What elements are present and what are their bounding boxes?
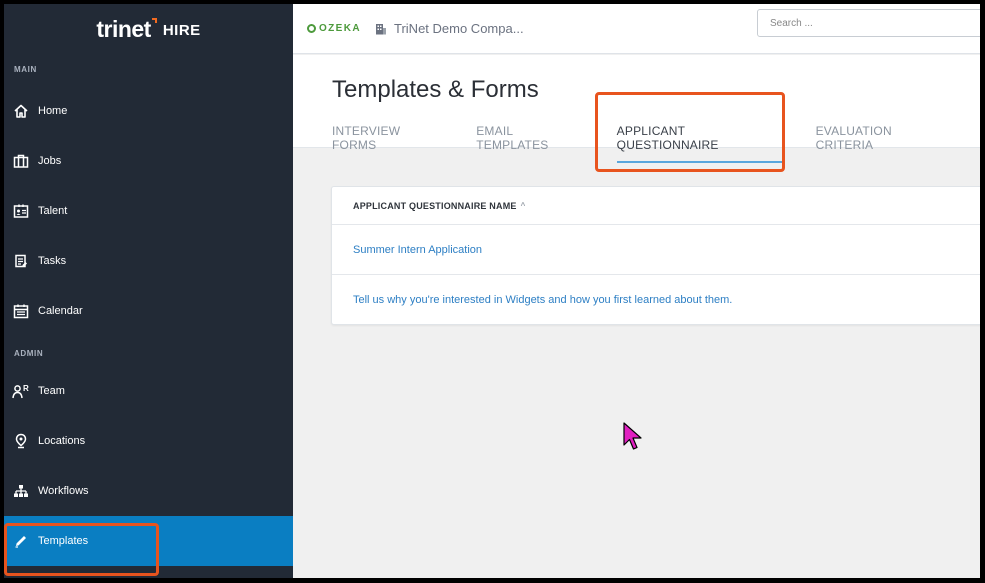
briefcase-icon bbox=[11, 151, 31, 171]
workflow-icon bbox=[11, 481, 31, 501]
trinet-logo-text: trinet bbox=[96, 15, 151, 42]
tab-email-templates[interactable]: EMAIL TEMPLATES bbox=[476, 124, 582, 163]
sidebar-item-workflows[interactable]: Workflows bbox=[4, 466, 293, 516]
sidebar-item-home[interactable]: Home bbox=[4, 86, 293, 136]
sidebar-item-label: Calendar bbox=[38, 305, 83, 317]
org-logo[interactable]: OZEKA bbox=[307, 23, 361, 34]
home-icon bbox=[11, 101, 31, 121]
page-header: Templates & Forms INTERVIEW FORMS EMAIL … bbox=[293, 55, 980, 163]
search-input[interactable]: Search ... bbox=[757, 9, 980, 37]
page-title: Templates & Forms bbox=[332, 76, 539, 103]
sidebar-item-label: Tasks bbox=[38, 255, 67, 267]
sidebar-item-jobs[interactable]: Jobs bbox=[4, 136, 293, 186]
org-logo-text: OZEKA bbox=[319, 23, 361, 34]
table-row[interactable]: Summer Intern Application bbox=[332, 225, 980, 275]
location-pin-icon bbox=[11, 431, 31, 451]
trinet-logo: trinet bbox=[96, 15, 157, 43]
column-header-label: APPLICANT QUESTIONNAIRE NAME bbox=[353, 200, 517, 211]
section-label-admin: ADMIN bbox=[14, 348, 44, 358]
sidebar-item-tasks[interactable]: Tasks bbox=[4, 236, 293, 286]
sidebar-item-label: Locations bbox=[38, 435, 86, 447]
sidebar-item-label: Team bbox=[38, 385, 65, 397]
table-row[interactable]: Tell us why you're interested in Widgets… bbox=[332, 275, 980, 325]
building-icon bbox=[375, 23, 387, 35]
tab-interview-forms[interactable]: INTERVIEW FORMS bbox=[332, 124, 442, 163]
section-label-main: MAIN bbox=[14, 64, 37, 74]
calendar-icon bbox=[11, 301, 31, 321]
clipboard-icon bbox=[11, 251, 31, 271]
ozeka-logo-icon bbox=[307, 24, 316, 33]
sidebar-item-label: Jobs bbox=[38, 155, 62, 167]
sidebar: trinet HIRE MAIN Home Jobs Talent Tasks … bbox=[4, 4, 293, 578]
brand-logo[interactable]: trinet HIRE bbox=[4, 4, 293, 52]
tab-applicant-questionnaire[interactable]: APPLICANT QUESTIONNAIRE bbox=[616, 124, 782, 163]
company-name: TriNet Demo Compa... bbox=[394, 21, 524, 36]
pencil-icon bbox=[11, 531, 31, 551]
questionnaire-name-link[interactable]: Summer Intern Application bbox=[353, 244, 482, 256]
top-bar: OZEKA TriNet Demo Compa... Search ... bbox=[293, 4, 980, 54]
id-card-icon bbox=[11, 201, 31, 221]
mouse-cursor-icon bbox=[623, 422, 642, 450]
column-header[interactable]: APPLICANT QUESTIONNAIRE NAME ^ bbox=[332, 187, 980, 225]
tab-evaluation-criteria[interactable]: EVALUATION CRITERIA bbox=[816, 124, 946, 163]
svg-text:R: R bbox=[23, 384, 29, 393]
sidebar-item-label: Templates bbox=[38, 535, 89, 547]
sidebar-item-calendar[interactable]: Calendar bbox=[4, 286, 293, 336]
sort-ascending-icon: ^ bbox=[520, 201, 526, 210]
app-window: trinet HIRE MAIN Home Jobs Talent Tasks … bbox=[4, 4, 980, 578]
company-switcher[interactable]: TriNet Demo Compa... bbox=[375, 21, 524, 36]
search-placeholder: Search ... bbox=[770, 17, 813, 29]
sidebar-item-label: Home bbox=[38, 105, 68, 117]
sidebar-item-talent[interactable]: Talent bbox=[4, 186, 293, 236]
sidebar-item-locations[interactable]: Locations bbox=[4, 416, 293, 466]
tab-bar: INTERVIEW FORMS EMAIL TEMPLATES APPLICAN… bbox=[332, 124, 980, 163]
sidebar-item-label: Talent bbox=[38, 205, 68, 217]
questionnaire-name-link[interactable]: Tell us why you're interested in Widgets… bbox=[353, 294, 732, 306]
sidebar-item-label: Workflows bbox=[38, 485, 89, 497]
product-name: HIRE bbox=[162, 22, 201, 39]
team-icon: R bbox=[11, 381, 31, 401]
questionnaire-table: APPLICANT QUESTIONNAIRE NAME ^ Summer In… bbox=[331, 186, 980, 325]
sidebar-item-templates[interactable]: Templates bbox=[4, 516, 293, 566]
sidebar-item-team[interactable]: R Team bbox=[4, 366, 293, 416]
